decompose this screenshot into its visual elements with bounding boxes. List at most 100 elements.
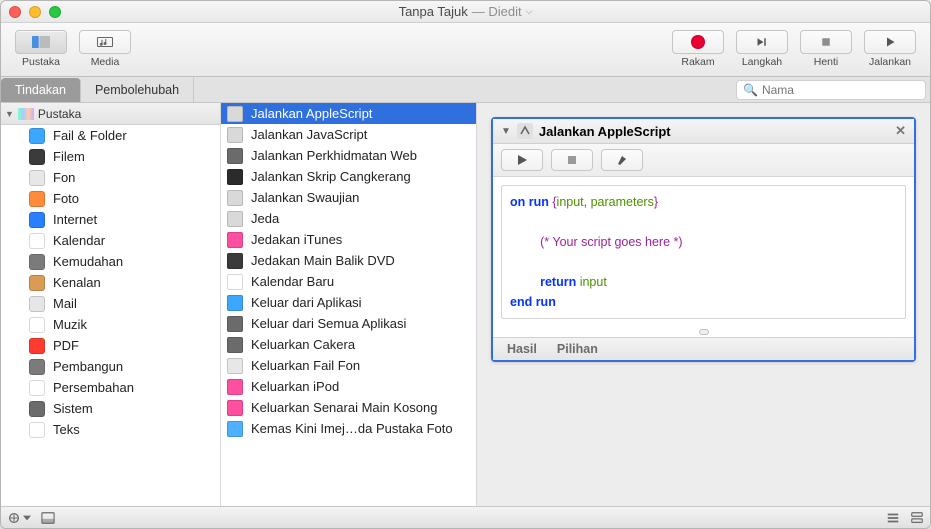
- media-label: Media: [91, 56, 120, 68]
- action-item[interactable]: Jedakan iTunes: [221, 229, 476, 250]
- category-icon: [29, 317, 45, 333]
- action-item-label: Jeda: [251, 211, 279, 226]
- workflow-view-button[interactable]: [910, 511, 924, 525]
- tab-variables[interactable]: Pembolehubah: [81, 78, 194, 102]
- library-item[interactable]: Foto: [1, 188, 220, 209]
- library-item-label: Mail: [53, 296, 77, 311]
- run-label: Jalankan: [869, 56, 911, 68]
- library-header-label: Pustaka: [38, 107, 81, 121]
- category-icon: [29, 212, 45, 228]
- action-icon: [227, 274, 243, 290]
- script-run-button[interactable]: [501, 149, 543, 171]
- title-bar: Tanpa Tajuk — Diedit ⌵: [1, 1, 930, 23]
- options-tab[interactable]: Pilihan: [557, 342, 598, 356]
- close-window-button[interactable]: [9, 6, 21, 18]
- action-icon: [227, 253, 243, 269]
- action-item-label: Jalankan Perkhidmatan Web: [251, 148, 417, 163]
- category-icon: [29, 380, 45, 396]
- library-item[interactable]: Kenalan: [1, 272, 220, 293]
- action-item[interactable]: Keluarkan iPod: [221, 376, 476, 397]
- action-item[interactable]: Jalankan JavaScript: [221, 124, 476, 145]
- search-field[interactable]: 🔍: [736, 80, 926, 100]
- library-item[interactable]: Persembahan: [1, 377, 220, 398]
- action-item[interactable]: Keluar dari Aplikasi: [221, 292, 476, 313]
- library-item-label: Fon: [53, 170, 75, 185]
- zoom-window-button[interactable]: [49, 6, 61, 18]
- library-item[interactable]: Pembangun: [1, 356, 220, 377]
- action-item[interactable]: Jalankan Perkhidmatan Web: [221, 145, 476, 166]
- log-view-button[interactable]: [886, 511, 900, 525]
- action-icon: [227, 106, 243, 122]
- description-toggle-button[interactable]: [41, 511, 55, 525]
- action-icon: [227, 232, 243, 248]
- script-editor[interactable]: on run {input, parameters} (* Your scrip…: [501, 185, 906, 319]
- action-item[interactable]: Keluar dari Semua Aplikasi: [221, 313, 476, 334]
- minimize-window-button[interactable]: [29, 6, 41, 18]
- action-item-label: Keluarkan iPod: [251, 379, 339, 394]
- action-item[interactable]: Jalankan AppleScript: [221, 103, 476, 124]
- record-button[interactable]: Rakam: [670, 30, 726, 70]
- workflow-action-card: ▼ Jalankan AppleScript ✕ on run {input, …: [491, 117, 916, 362]
- action-item-label: Jedakan iTunes: [251, 232, 342, 247]
- action-icon: [227, 337, 243, 353]
- library-item[interactable]: Sistem: [1, 398, 220, 419]
- action-item[interactable]: Kalendar Baru: [221, 271, 476, 292]
- script-compile-button[interactable]: [601, 149, 643, 171]
- library-item[interactable]: Fon: [1, 167, 220, 188]
- library-item[interactable]: Filem: [1, 146, 220, 167]
- search-input[interactable]: [762, 83, 919, 97]
- library-item[interactable]: Kalendar: [1, 230, 220, 251]
- status-bar: [1, 506, 930, 528]
- category-icon: [29, 275, 45, 291]
- library-header[interactable]: ▼ Pustaka: [1, 103, 220, 125]
- library-item-label: Sistem: [53, 401, 93, 416]
- category-icon: [29, 359, 45, 375]
- step-button[interactable]: Langkah: [734, 30, 790, 70]
- action-item[interactable]: Jalankan Skrip Cangkerang: [221, 166, 476, 187]
- action-icon: [227, 169, 243, 185]
- category-icon: [29, 401, 45, 417]
- category-icon: [29, 149, 45, 165]
- action-item-label: Keluarkan Senarai Main Kosong: [251, 400, 437, 415]
- action-remove-button[interactable]: ✕: [895, 123, 906, 139]
- library-item[interactable]: Kemudahan: [1, 251, 220, 272]
- action-card-header[interactable]: ▼ Jalankan AppleScript ✕: [493, 119, 914, 144]
- library-tabs-row: Tindakan Pembolehubah 🔍: [1, 77, 930, 103]
- media-button[interactable]: Media: [77, 30, 133, 70]
- library-item[interactable]: Internet: [1, 209, 220, 230]
- script-stop-button[interactable]: [551, 149, 593, 171]
- results-tab[interactable]: Hasil: [507, 342, 537, 356]
- action-item-label: Jalankan Swaujian: [251, 190, 359, 205]
- category-icon: [29, 191, 45, 207]
- disclosure-icon: ▼: [5, 109, 14, 119]
- library-icon: [18, 108, 34, 120]
- action-resizer[interactable]: [493, 327, 914, 337]
- action-item-label: Kemas Kini Imej…da Pustaka Foto: [251, 421, 453, 436]
- title-dropdown-icon[interactable]: ⌵: [526, 6, 533, 17]
- library-item-label: Pembangun: [53, 359, 123, 374]
- workflow-canvas[interactable]: ▼ Jalankan AppleScript ✕ on run {input, …: [477, 103, 930, 506]
- action-icon: [227, 358, 243, 374]
- action-item[interactable]: Jeda: [221, 208, 476, 229]
- category-icon: [29, 254, 45, 270]
- document-title: Tanpa Tajuk: [399, 4, 468, 19]
- library-item-label: Kemudahan: [53, 254, 123, 269]
- action-item[interactable]: Kemas Kini Imej…da Pustaka Foto: [221, 418, 476, 439]
- stop-button[interactable]: Henti: [798, 30, 854, 70]
- library-item[interactable]: PDF: [1, 335, 220, 356]
- library-item[interactable]: Fail & Folder: [1, 125, 220, 146]
- library-item[interactable]: Muzik: [1, 314, 220, 335]
- action-item[interactable]: Jalankan Swaujian: [221, 187, 476, 208]
- run-button[interactable]: Jalankan: [862, 30, 918, 70]
- library-item[interactable]: Teks: [1, 419, 220, 440]
- action-item[interactable]: Keluarkan Fail Fon: [221, 355, 476, 376]
- app-window: Tanpa Tajuk — Diedit ⌵ Pustaka Media Rak…: [0, 0, 931, 529]
- action-menu-button[interactable]: [7, 511, 31, 525]
- action-item[interactable]: Keluarkan Cakera: [221, 334, 476, 355]
- tab-actions[interactable]: Tindakan: [1, 78, 81, 102]
- library-item[interactable]: Mail: [1, 293, 220, 314]
- action-item[interactable]: Jedakan Main Balik DVD: [221, 250, 476, 271]
- step-label: Langkah: [742, 56, 782, 68]
- action-item[interactable]: Keluarkan Senarai Main Kosong: [221, 397, 476, 418]
- library-toggle-button[interactable]: Pustaka: [13, 30, 69, 70]
